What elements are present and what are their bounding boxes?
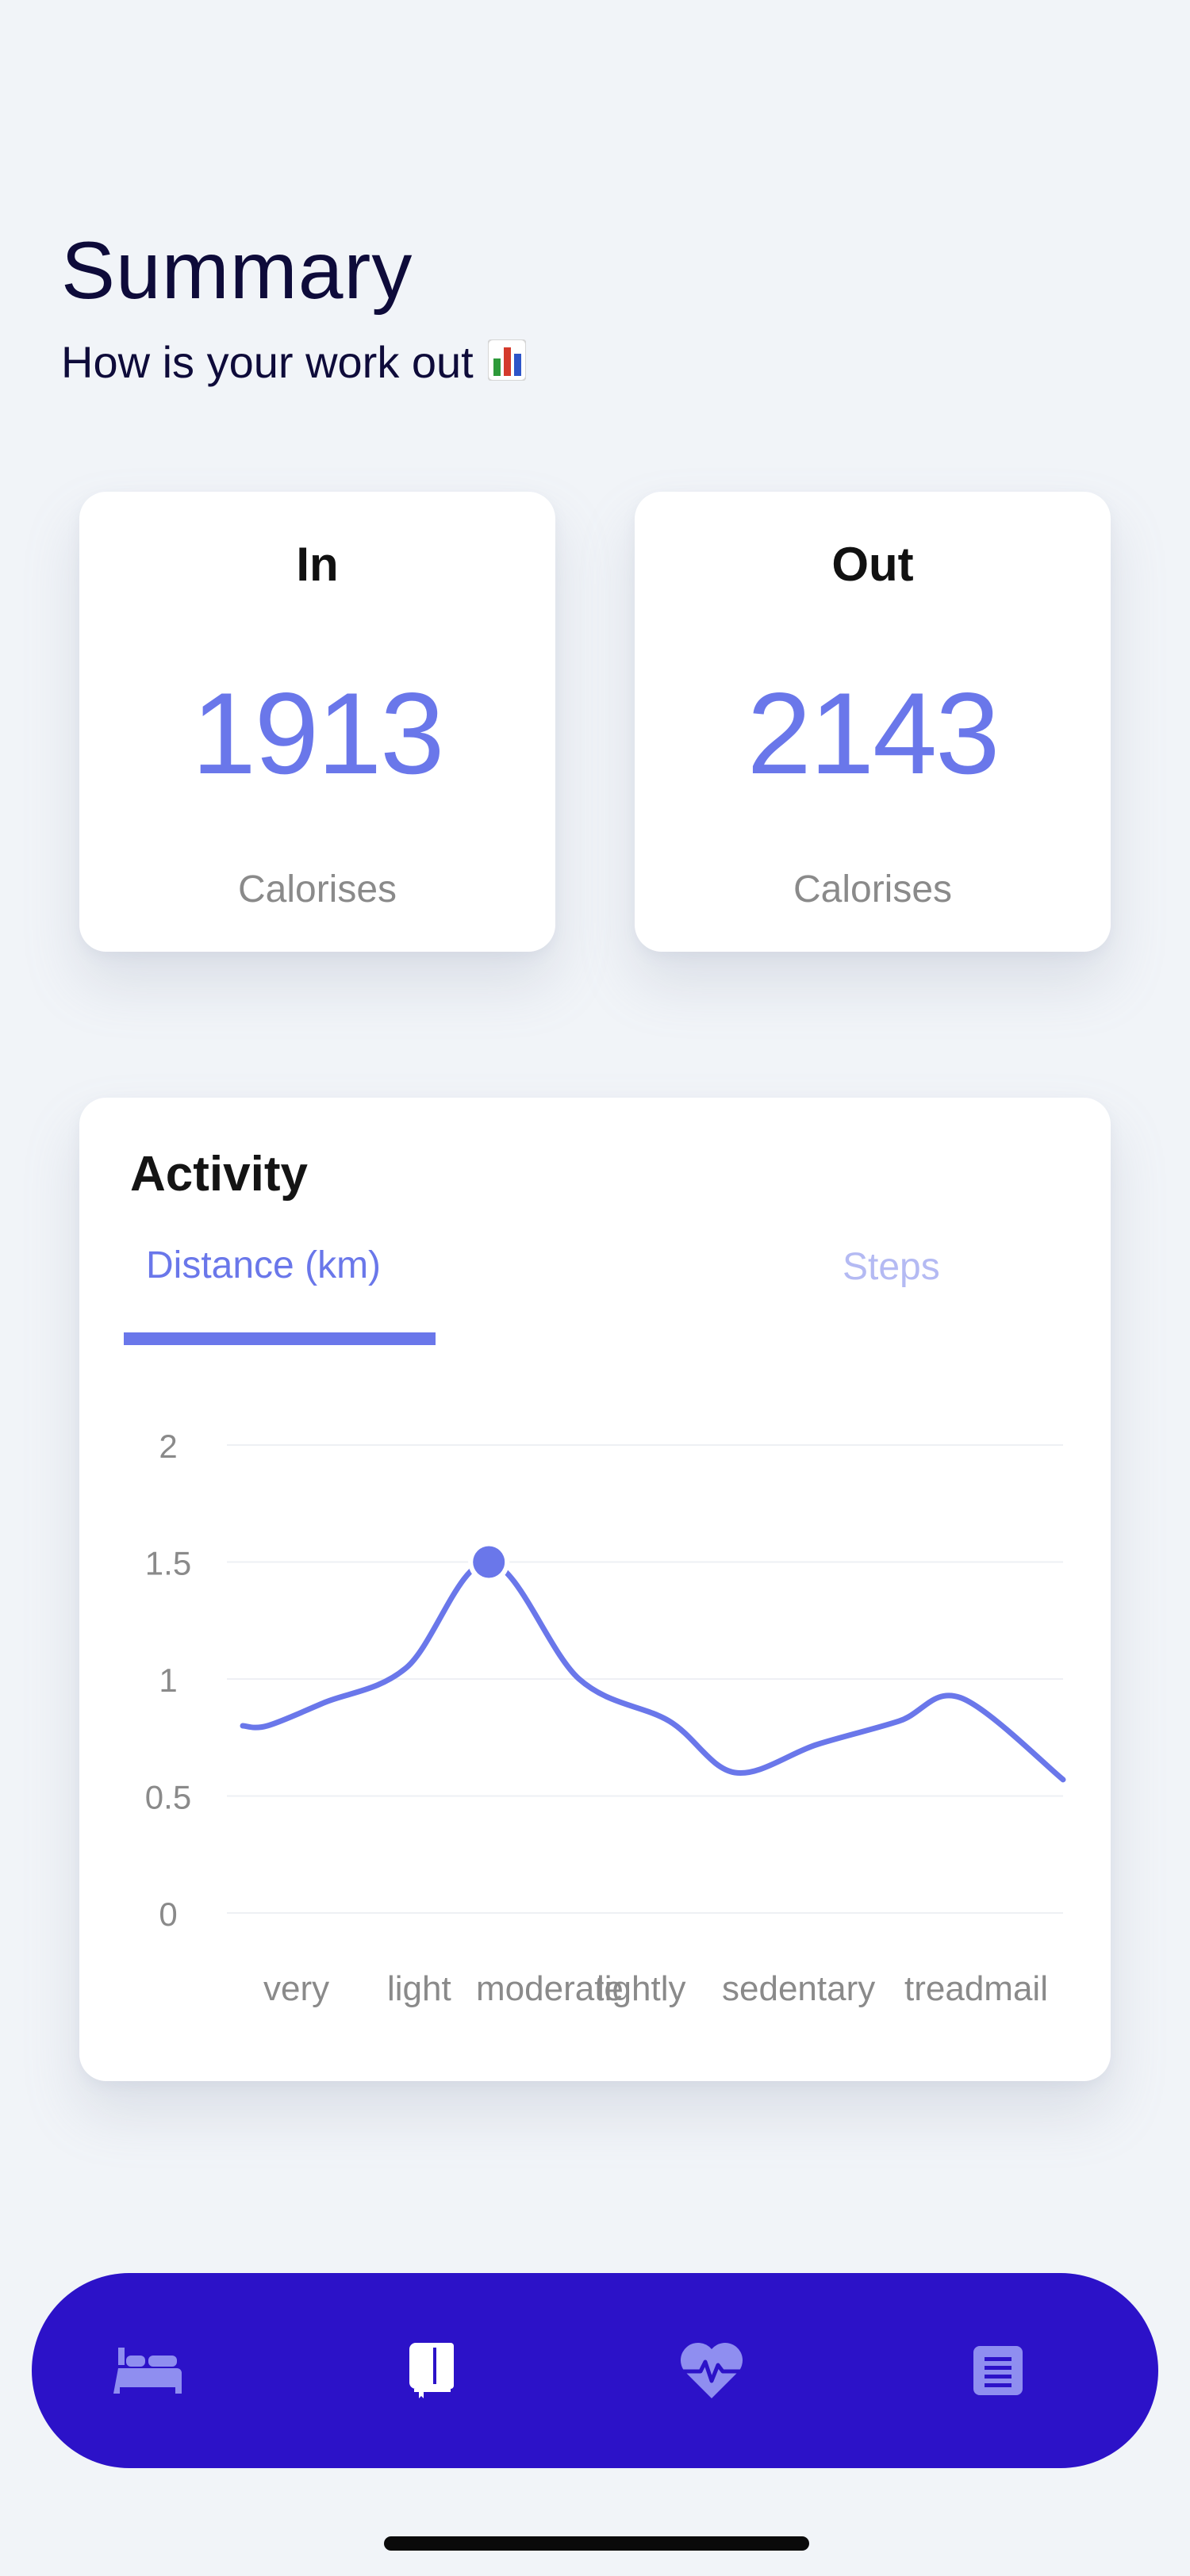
y-tick-label: 1.5 xyxy=(145,1545,191,1582)
page-subtitle: How is your work out xyxy=(61,337,527,387)
heart-pulse-icon xyxy=(678,2341,745,2404)
calories-out-value: 2143 xyxy=(747,669,1000,798)
activity-card: Activity Distance (km) Steps 2 1.5 1 0.5 0 ve… xyxy=(79,1098,1111,2081)
list-icon xyxy=(973,2345,1023,2399)
page-title: Summary xyxy=(61,225,413,316)
x-category-label: treadmail xyxy=(904,1969,1048,2008)
distance-line-chart: 21.510.50very light moderatelightly sedenta… xyxy=(145,1428,1066,2008)
calories-in-value: 1913 xyxy=(191,669,445,798)
bar-chart-emoji-icon xyxy=(486,339,527,381)
calories-in-label: In xyxy=(296,538,339,591)
nav-notes-button[interactable] xyxy=(942,2317,1054,2428)
highlight-point[interactable] xyxy=(473,1546,505,1578)
x-category-label: very xyxy=(263,1969,329,2008)
calories-in-unit: Calorises xyxy=(237,868,397,910)
nav-journal-button[interactable] xyxy=(376,2317,487,2428)
calories-out-unit: Calorises xyxy=(793,868,953,910)
series-line xyxy=(240,1559,1066,1783)
x-category-label: sedentary xyxy=(722,1969,875,2008)
x-category-label: light xyxy=(387,1969,451,2008)
y-tick-label: 0.5 xyxy=(145,1779,191,1816)
calories-out-card[interactable]: Out 2143 Calorises xyxy=(635,492,1111,952)
nav-health-button[interactable] xyxy=(656,2317,767,2428)
book-icon xyxy=(409,2342,454,2402)
y-tick-label: 1 xyxy=(159,1662,177,1699)
y-tick-label: 0 xyxy=(159,1896,177,1933)
bottom-nav-bar xyxy=(32,2273,1158,2468)
x-category-label: lightly xyxy=(597,1969,686,2008)
bed-icon xyxy=(113,2344,182,2401)
y-tick-label: 2 xyxy=(159,1428,177,1465)
calories-in-card[interactable]: In 1913 Calorises xyxy=(79,492,555,952)
home-indicator xyxy=(384,2536,809,2551)
nav-sleep-button[interactable] xyxy=(92,2317,203,2428)
calories-out-label: Out xyxy=(831,538,914,591)
subtitle-text: How is your work out xyxy=(61,337,474,387)
